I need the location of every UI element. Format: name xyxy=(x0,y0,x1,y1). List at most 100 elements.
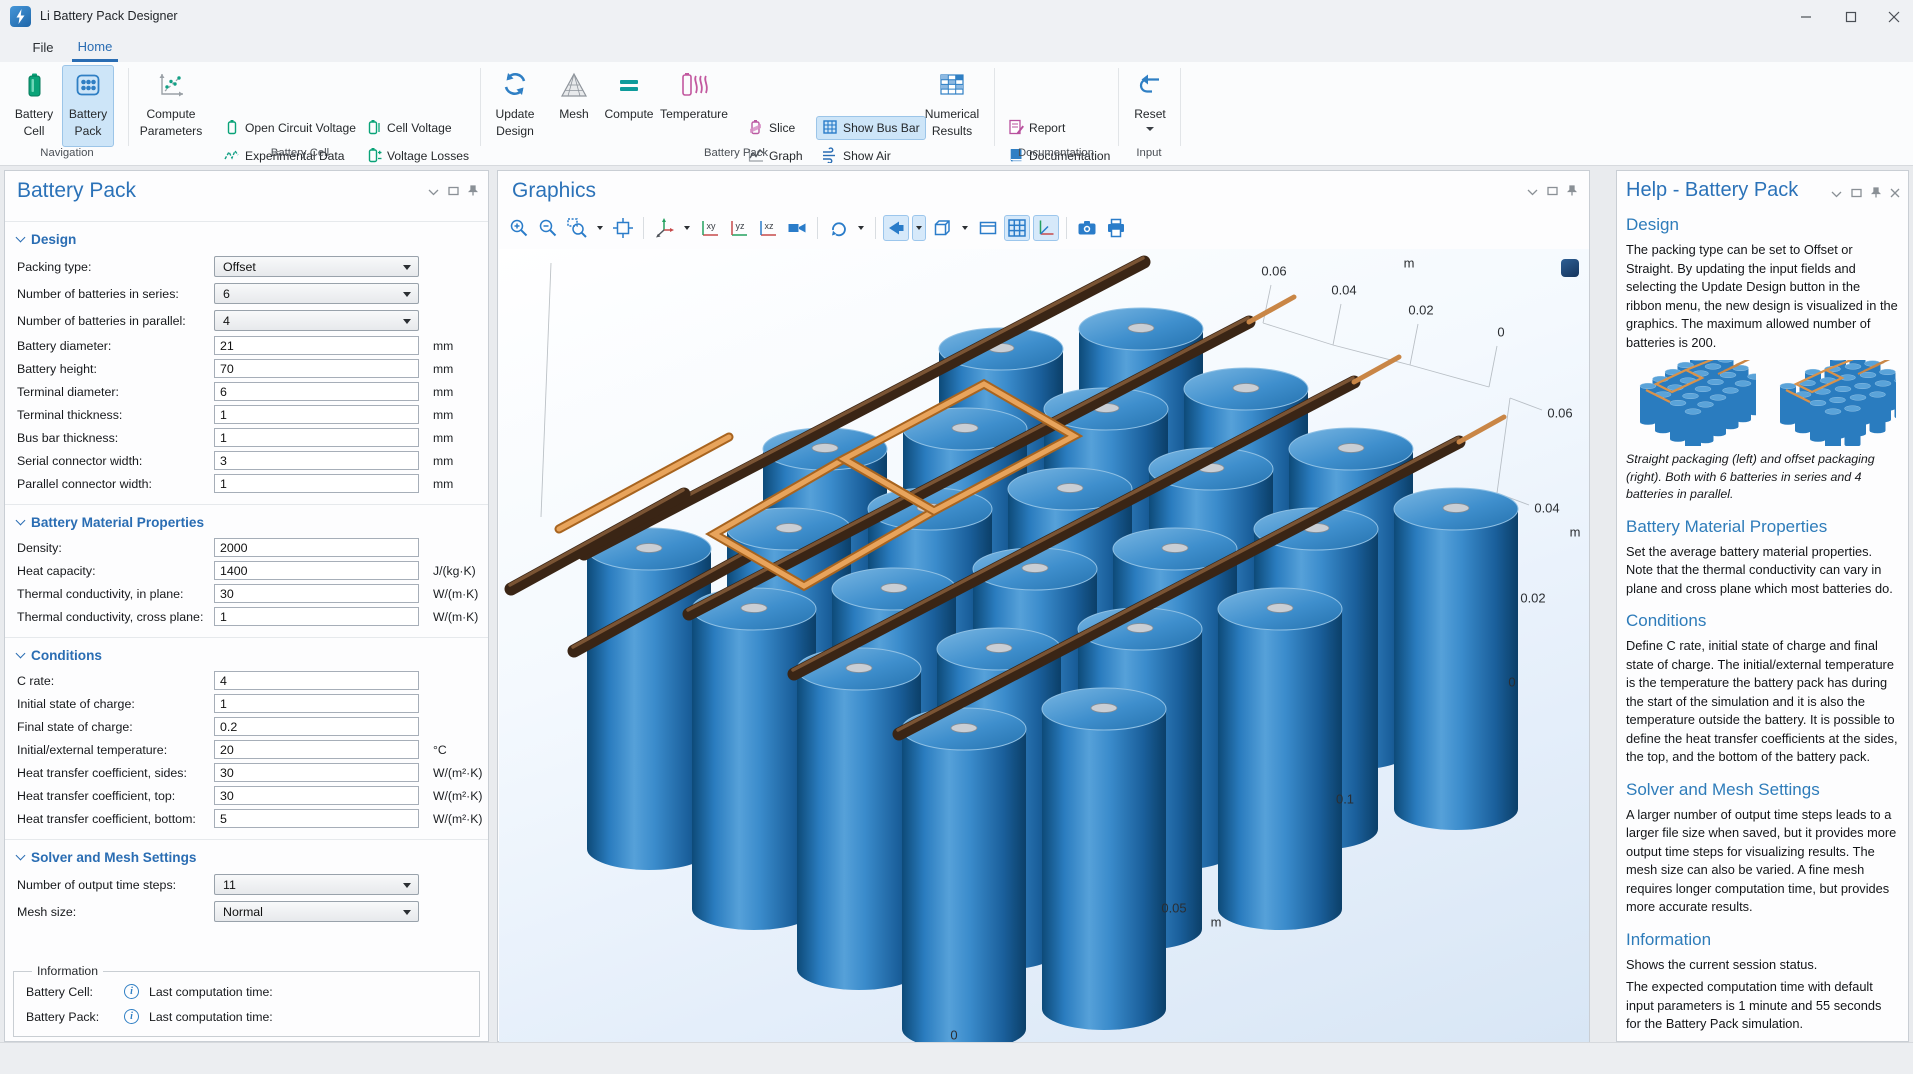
tab-file[interactable]: File xyxy=(24,33,62,62)
straight-pack-image xyxy=(1626,360,1756,446)
zoom-box-icon[interactable] xyxy=(564,215,590,241)
minimize-button[interactable] xyxy=(1783,0,1828,33)
reset-button[interactable]: Reset xyxy=(1124,65,1176,147)
float-icon[interactable] xyxy=(1547,183,1558,201)
info-icon[interactable]: i xyxy=(124,1009,139,1024)
mesh-size-dropdown[interactable]: Normal xyxy=(214,901,419,922)
heat-transfer-top-input[interactable] xyxy=(214,786,419,805)
maximize-button[interactable] xyxy=(1828,0,1873,33)
view-options-cube-icon[interactable] xyxy=(929,215,955,241)
bus-bar-thickness-input[interactable] xyxy=(214,428,419,447)
compute-parameters-icon xyxy=(157,71,185,104)
initial-state-of-charge-input[interactable] xyxy=(214,694,419,713)
orientation-axes-icon[interactable] xyxy=(651,215,677,241)
view-options-dropdown-chevron[interactable] xyxy=(958,215,972,241)
section-battery-material-properties[interactable]: Battery Material Properties xyxy=(17,515,488,530)
update-design-button[interactable]: Update Design xyxy=(486,65,544,147)
float-icon[interactable] xyxy=(1851,185,1862,203)
collapse-icon[interactable] xyxy=(1527,183,1538,201)
battery-height-input[interactable] xyxy=(214,359,419,378)
serial-connector-width-input[interactable] xyxy=(214,451,419,470)
show-bus-bar-toggle[interactable]: Show Bus Bar xyxy=(816,116,926,140)
scene-light-icon[interactable] xyxy=(883,215,909,241)
parallel-connector-width-input[interactable] xyxy=(214,474,419,493)
numerical-results-button[interactable]: Numerical Results xyxy=(916,65,988,147)
pin-icon[interactable] xyxy=(1871,185,1881,203)
close-button[interactable] xyxy=(1871,0,1913,33)
terminal-thickness-input[interactable] xyxy=(214,405,419,424)
temperature-button[interactable]: Temperature xyxy=(658,65,730,147)
tab-home[interactable]: Home xyxy=(72,33,118,62)
rotate-icon[interactable] xyxy=(825,215,851,241)
show-air-toggle[interactable]: Show Air xyxy=(816,144,897,168)
float-icon[interactable] xyxy=(448,183,459,201)
rotate-dropdown-chevron[interactable] xyxy=(854,215,868,241)
mesh-icon xyxy=(560,71,588,104)
z-axis-tick: 0.06 xyxy=(1547,406,1572,421)
help-heading-conditions: Conditions xyxy=(1626,611,1898,631)
temperature-icon xyxy=(680,71,708,104)
show-frame-icon[interactable] xyxy=(975,215,1001,241)
compute-button[interactable]: Compute xyxy=(602,65,656,147)
collapse-icon[interactable] xyxy=(428,183,439,201)
battery-pack-nav-button[interactable]: Battery Pack xyxy=(62,65,114,147)
close-panel-icon[interactable] xyxy=(1890,185,1900,203)
c-rate-input[interactable] xyxy=(214,671,419,690)
pin-icon[interactable] xyxy=(468,183,478,201)
section-conditions[interactable]: Conditions xyxy=(17,648,488,663)
density-input[interactable] xyxy=(214,538,419,557)
output-time-steps-dropdown[interactable]: 11 xyxy=(214,874,419,895)
packing-type-dropdown[interactable]: Offset xyxy=(214,256,419,277)
section-design[interactable]: Design xyxy=(17,232,488,247)
graphics-toolbar: xy yz xz xyxy=(506,213,1129,243)
view-xy-icon[interactable]: xy xyxy=(697,215,723,241)
field-row: C rate: xyxy=(5,669,488,692)
help-text-information-1: Shows the current session status. xyxy=(1626,956,1898,975)
field-row: Number of batteries in series:6 xyxy=(5,280,488,307)
show-axes-icon[interactable] xyxy=(1033,215,1059,241)
field-row: Heat transfer coefficient, top:W/(m²·K) xyxy=(5,784,488,807)
heat-transfer-bottom-input[interactable] xyxy=(214,809,419,828)
slice-icon xyxy=(748,119,764,138)
initial-external-temperature-input[interactable] xyxy=(214,740,419,759)
zoom-box-dropdown-chevron[interactable] xyxy=(593,215,607,241)
mesh-button[interactable]: Mesh xyxy=(550,65,598,147)
thermal-conductivity-cross-plane-input[interactable] xyxy=(214,607,419,626)
pin-icon[interactable] xyxy=(1567,183,1577,201)
field-row: Initial/external temperature:°C xyxy=(5,738,488,761)
show-bus-bar-icon xyxy=(822,119,838,138)
help-text-information-2: The expected computation time with defau… xyxy=(1626,978,1898,1034)
reset-dropdown-chevron[interactable] xyxy=(1146,127,1154,131)
cell-voltage-button[interactable]: Cell Voltage xyxy=(360,116,458,140)
view-yz-icon[interactable]: yz xyxy=(726,215,752,241)
battery-cell-nav-button[interactable]: Battery Cell xyxy=(8,65,60,147)
zoom-in-icon[interactable] xyxy=(506,215,532,241)
report-button[interactable]: Report xyxy=(1002,116,1071,140)
batteries-in-parallel-dropdown[interactable]: 4 xyxy=(214,310,419,331)
section-solver-and-mesh-settings[interactable]: Solver and Mesh Settings xyxy=(17,850,488,865)
orientation-dropdown-chevron[interactable] xyxy=(680,215,694,241)
thermal-conductivity-in-plane-input[interactable] xyxy=(214,584,419,603)
camera-projection-icon[interactable] xyxy=(784,215,810,241)
print-icon[interactable] xyxy=(1103,215,1129,241)
final-state-of-charge-input[interactable] xyxy=(214,717,419,736)
show-grid-icon[interactable] xyxy=(1004,215,1030,241)
open-circuit-voltage-button[interactable]: Open Circuit Voltage xyxy=(218,116,362,140)
zoom-out-icon[interactable] xyxy=(535,215,561,241)
heat-capacity-input[interactable] xyxy=(214,561,419,580)
batteries-in-series-dropdown[interactable]: 6 xyxy=(214,283,419,304)
slice-button[interactable]: Slice xyxy=(742,116,801,140)
scene-light-dropdown-chevron[interactable] xyxy=(912,215,926,241)
heat-transfer-sides-input[interactable] xyxy=(214,763,419,782)
view-xz-icon[interactable]: xz xyxy=(755,215,781,241)
graphics-3d-view[interactable]: 0.06 0.04 0.02 0 m 0.06 0.04 m 0.02 0 0.… xyxy=(499,249,1589,1042)
compute-parameters-button[interactable]: Compute Parameters xyxy=(134,65,208,147)
graphics-overlay-icon[interactable] xyxy=(1561,259,1579,277)
zoom-extents-icon[interactable] xyxy=(610,215,636,241)
info-icon[interactable]: i xyxy=(124,984,139,999)
terminal-diameter-input[interactable] xyxy=(214,382,419,401)
snapshot-camera-icon[interactable] xyxy=(1074,215,1100,241)
section-chevron-icon xyxy=(16,649,26,659)
battery-diameter-input[interactable] xyxy=(214,336,419,355)
collapse-icon[interactable] xyxy=(1831,185,1842,203)
